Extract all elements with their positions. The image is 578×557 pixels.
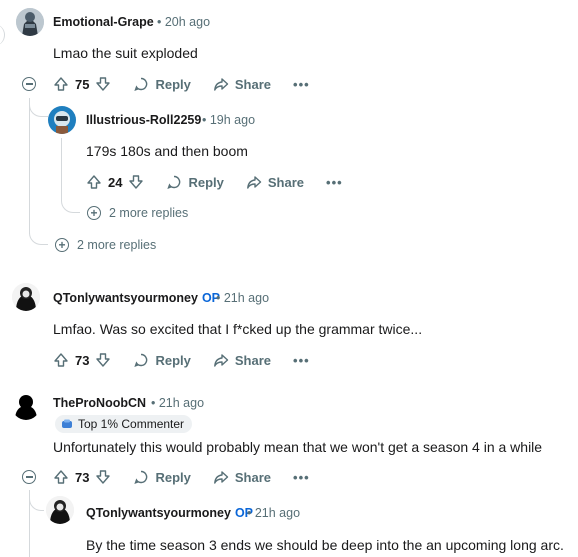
- share-button[interactable]: Share: [213, 352, 271, 368]
- more-replies-label: 2 more replies: [109, 206, 189, 220]
- more-replies-label: 2 more replies: [77, 238, 157, 252]
- avatar[interactable]: [46, 496, 74, 524]
- reply-label: Reply: [155, 469, 191, 485]
- reply-icon: [167, 175, 181, 189]
- comment-actions: 24 Reply Share •••: [86, 170, 365, 194]
- comment-body: By the time season 3 ends we should be d…: [86, 537, 564, 553]
- avatar-image: [48, 106, 76, 134]
- downvote-icon[interactable]: [128, 174, 144, 190]
- reply-label: Reply: [188, 174, 224, 190]
- thread-connector: [29, 490, 44, 511]
- comment-body: 179s 180s and then boom: [86, 143, 248, 159]
- reply-button[interactable]: Reply: [166, 174, 224, 190]
- share-icon: [213, 354, 229, 367]
- reply-icon: [134, 353, 148, 367]
- comment-username[interactable]: QTonlywantsyourmoney OP: [53, 291, 220, 305]
- plus-circle-icon: +: [87, 206, 101, 220]
- more-options-button[interactable]: •••: [293, 470, 310, 485]
- comment-body: Unfortunately this would probably mean t…: [53, 439, 543, 455]
- username-text: QTonlywantsyourmoney: [53, 291, 198, 305]
- comment-actions: 73 Reply Share •••: [53, 465, 332, 489]
- avatar-image: [16, 8, 44, 36]
- more-options-button[interactable]: •••: [293, 77, 310, 92]
- vote-count: 75: [75, 76, 90, 92]
- vote-count: 73: [75, 469, 90, 485]
- comment-actions: 73 Reply Share •••: [53, 348, 332, 372]
- thread-connector: [29, 226, 48, 245]
- avatar[interactable]: [12, 392, 40, 420]
- thread-line: [29, 98, 30, 234]
- more-options-button[interactable]: •••: [326, 175, 343, 190]
- collapse-thread-button[interactable]: [22, 77, 36, 91]
- reply-button[interactable]: Reply: [133, 352, 191, 368]
- thread-connector: [61, 196, 80, 213]
- comment-timestamp: • 21h ago: [247, 506, 301, 520]
- upvote-icon[interactable]: [53, 469, 69, 485]
- downvote-icon[interactable]: [95, 76, 111, 92]
- badge-icon: [62, 419, 72, 428]
- share-button[interactable]: Share: [213, 76, 271, 92]
- comment-username[interactable]: Illustrious-Roll2259: [86, 113, 201, 127]
- downvote-icon[interactable]: [95, 469, 111, 485]
- comment-body: Lmfao. Was so excited that I f*cked up t…: [53, 321, 423, 337]
- share-label: Share: [234, 76, 272, 92]
- comment-timestamp: • 21h ago: [151, 396, 205, 410]
- reply-button[interactable]: Reply: [133, 76, 191, 92]
- more-replies-button[interactable]: + 2 more replies: [55, 238, 156, 252]
- share-icon: [246, 176, 262, 189]
- vote-group: 24: [86, 174, 144, 190]
- plus-circle-icon: +: [55, 238, 69, 252]
- vote-group: 73: [53, 469, 111, 485]
- collapse-thread-button[interactable]: [22, 470, 36, 484]
- reply-icon: [134, 470, 148, 484]
- avatar-image: [46, 496, 74, 524]
- share-label: Share: [234, 469, 272, 485]
- comment-timestamp: • 19h ago: [202, 113, 256, 127]
- username-text: QTonlywantsyourmoney: [86, 506, 231, 520]
- upvote-icon[interactable]: [53, 352, 69, 368]
- comment-timestamp: • 20h ago: [157, 15, 211, 29]
- share-label: Share: [234, 352, 272, 368]
- more-options-button[interactable]: •••: [293, 353, 310, 368]
- share-button[interactable]: Share: [246, 174, 304, 190]
- vote-count: 24: [108, 174, 123, 190]
- comment-body: Lmao the suit exploded: [53, 45, 198, 61]
- comment-timestamp: • 21h ago: [216, 291, 270, 305]
- reply-label: Reply: [155, 76, 191, 92]
- upvote-icon[interactable]: [53, 76, 69, 92]
- reply-label: Reply: [155, 352, 191, 368]
- upvote-icon[interactable]: [86, 174, 102, 190]
- avatar[interactable]: [12, 283, 40, 311]
- comment-actions: 75 Reply Share •••: [53, 72, 332, 96]
- comment-username[interactable]: Emotional-Grape: [53, 15, 154, 29]
- commenter-badge: Top 1% Commenter: [55, 415, 193, 433]
- avatar-image: [12, 283, 40, 311]
- reply-button[interactable]: Reply: [133, 469, 191, 485]
- vote-group: 75: [53, 76, 111, 92]
- reply-icon: [134, 77, 148, 91]
- avatar[interactable]: [48, 106, 76, 134]
- share-button[interactable]: Share: [213, 469, 271, 485]
- avatar-image: [12, 392, 40, 420]
- badge-label: Top 1% Commenter: [78, 417, 185, 431]
- avatar[interactable]: [16, 8, 44, 36]
- share-label: Share: [267, 174, 305, 190]
- comment-username[interactable]: TheProNoobCN: [53, 396, 146, 410]
- share-icon: [213, 471, 229, 484]
- thread-connector: [29, 100, 48, 117]
- share-icon: [213, 78, 229, 91]
- vote-count: 73: [75, 352, 90, 368]
- more-replies-button[interactable]: + 2 more replies: [87, 206, 188, 220]
- comment-username[interactable]: QTonlywantsyourmoney OP: [86, 506, 253, 520]
- downvote-icon[interactable]: [95, 352, 111, 368]
- vote-group: 73: [53, 352, 111, 368]
- thread-line: [61, 138, 62, 200]
- left-edge-arc: [0, 24, 5, 46]
